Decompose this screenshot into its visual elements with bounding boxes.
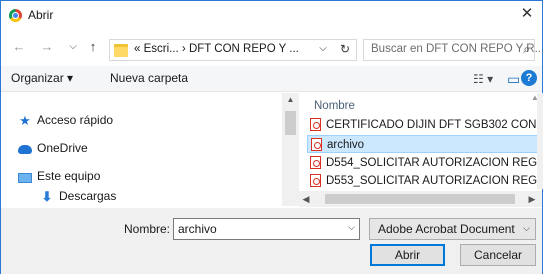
file-name-value: archivo bbox=[178, 222, 217, 236]
file-list: Nombre ▲ CERTIFICADO DIJIN DFT SGB302 CO… bbox=[301, 93, 539, 207]
window-title: Abrir bbox=[28, 8, 54, 22]
sidebar-item-onedrive[interactable]: OneDrive bbox=[17, 139, 88, 157]
cloud-icon bbox=[17, 140, 33, 158]
up-button[interactable]: ↑ bbox=[83, 37, 103, 57]
open-button[interactable]: Abrir bbox=[370, 244, 445, 266]
chrome-icon bbox=[9, 9, 22, 22]
scroll-right-arrow-icon[interactable]: ▶ bbox=[525, 191, 539, 207]
search-input[interactable]: Buscar en DFT CON REPO Y R... ⌕ bbox=[363, 39, 543, 61]
file-list-horizontal-scrollbar[interactable]: ◀ ▶ bbox=[299, 191, 542, 207]
file-type-value: Adobe Acrobat Document bbox=[378, 222, 515, 236]
navigation-pane: ★ Acceso rápido OneDrive Este equipo ⬇ Des… bbox=[1, 93, 297, 207]
new-folder-button[interactable]: Nueva carpeta bbox=[110, 71, 188, 85]
breadcrumb[interactable]: « Escri... › DFT CON REPO Y ... bbox=[134, 43, 299, 55]
pdf-file-icon bbox=[310, 174, 321, 188]
navigation-bar: ← → ⌵ ↑ « Escri... › DFT CON REPO Y ... … bbox=[1, 33, 543, 63]
view-options-icon[interactable]: ☷ ▾ bbox=[473, 70, 493, 88]
preview-pane-icon[interactable]: ▭ bbox=[507, 70, 520, 88]
download-icon: ⬇ bbox=[41, 188, 53, 204]
pdf-file-icon bbox=[310, 156, 321, 170]
command-toolbar: Organizar ▾ Nueva carpeta ☷ ▾ ▭ ? bbox=[1, 66, 542, 92]
address-dropdown-button[interactable]: ⌵ bbox=[313, 40, 333, 58]
file-name: archivo bbox=[327, 139, 365, 151]
organize-button[interactable]: Organizar ▾ bbox=[11, 71, 73, 85]
forward-button[interactable]: → bbox=[37, 37, 57, 57]
sidebar-item-label: OneDrive bbox=[37, 141, 88, 155]
file-row[interactable]: CERTIFICADO DIJIN DFT SGB302 CON REPO bbox=[307, 116, 539, 134]
file-name: D553_SOLICITAR AUTORIZACION REG INICIAL bbox=[326, 175, 539, 187]
file-row[interactable]: D553_SOLICITAR AUTORIZACION REG INICIAL bbox=[307, 172, 539, 190]
chevron-down-icon: ⌵ bbox=[523, 223, 530, 233]
sidebar-item-quick-access[interactable]: ★ Acceso rápido bbox=[17, 111, 113, 129]
star-icon: ★ bbox=[19, 112, 31, 128]
navigation-pane-scrollbar[interactable]: ▲ bbox=[282, 93, 299, 206]
search-icon[interactable]: ⌕ bbox=[523, 42, 530, 57]
sidebar-item-this-pc[interactable]: Este equipo bbox=[17, 167, 100, 185]
file-name-label: Nombre: bbox=[124, 222, 171, 236]
file-name: CERTIFICADO DIJIN DFT SGB302 CON REPO bbox=[326, 119, 539, 131]
pdf-file-icon bbox=[310, 118, 321, 132]
back-button[interactable]: ← bbox=[9, 37, 29, 57]
cancel-button[interactable]: Cancelar bbox=[460, 244, 536, 266]
scrollbar-thumb[interactable] bbox=[325, 194, 515, 204]
sidebar-item-label: Descargas bbox=[59, 189, 117, 203]
scroll-left-arrow-icon[interactable]: ◀ bbox=[299, 191, 313, 207]
search-placeholder: Buscar en DFT CON REPO Y R... bbox=[371, 43, 543, 55]
file-row-selected[interactable]: archivo bbox=[307, 135, 539, 153]
scrollbar-thumb[interactable] bbox=[285, 111, 296, 135]
file-type-select[interactable]: Adobe Acrobat Document ⌵ bbox=[369, 218, 536, 240]
file-name-input[interactable]: archivo ⌵ bbox=[173, 218, 360, 240]
dialog-footer: Nombre: archivo ⌵ Adobe Acrobat Document… bbox=[1, 208, 542, 274]
column-header-name[interactable]: Nombre bbox=[314, 100, 355, 112]
close-button[interactable]: ✕ bbox=[512, 1, 542, 29]
sidebar-item-label: Este equipo bbox=[37, 169, 101, 183]
folder-icon bbox=[114, 43, 128, 57]
title-bar: Abrir ✕ bbox=[1, 1, 542, 29]
monitor-icon bbox=[17, 168, 33, 186]
chevron-down-icon[interactable]: ⌵ bbox=[348, 222, 355, 233]
file-row[interactable]: D554_SOLICITAR AUTORIZACION REG INICIAL bbox=[307, 154, 539, 172]
file-list-vertical-scrollbar[interactable] bbox=[537, 93, 543, 189]
help-icon[interactable]: ? bbox=[521, 70, 537, 86]
pdf-file-icon bbox=[311, 138, 322, 152]
file-name: D554_SOLICITAR AUTORIZACION REG INICIAL bbox=[326, 157, 539, 169]
refresh-button[interactable]: ↻ bbox=[337, 40, 353, 58]
scroll-up-arrow-icon[interactable]: ▲ bbox=[282, 93, 299, 107]
open-file-dialog: Abrir ✕ ← → ⌵ ↑ « Escri... › DFT CON REP… bbox=[0, 0, 543, 274]
sidebar-item-downloads[interactable]: ⬇ Descargas bbox=[39, 187, 117, 205]
recent-locations-dropdown[interactable]: ⌵ bbox=[63, 37, 83, 57]
sidebar-item-label: Acceso rápido bbox=[37, 113, 114, 127]
